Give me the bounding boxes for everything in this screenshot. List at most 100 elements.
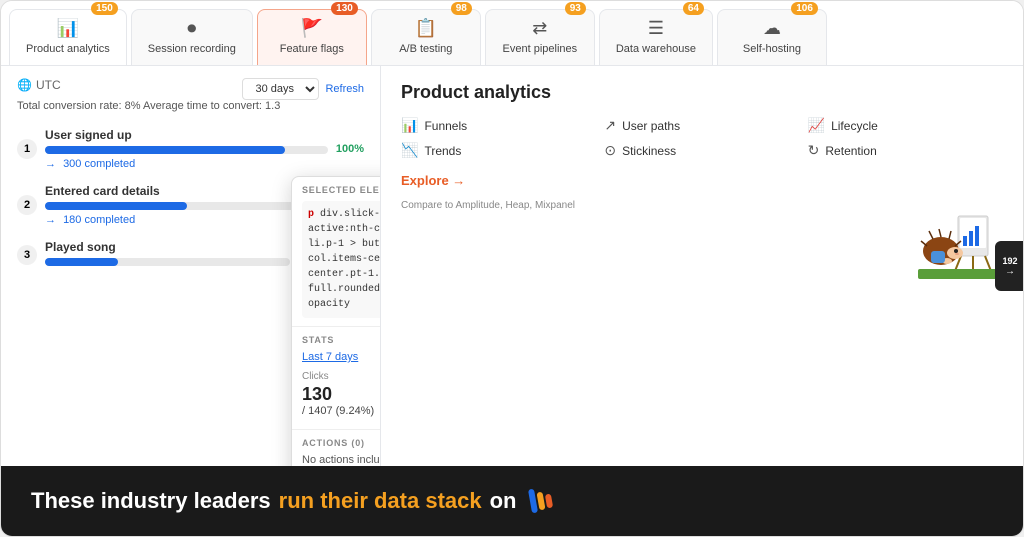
next-arrow-button[interactable]: 192 → <box>995 241 1023 291</box>
data-warehouse-icon: ☰ <box>648 18 664 39</box>
right-panel: Product analytics 📊 Funnels ↗ User paths… <box>381 66 1023 466</box>
feature-flags-icon: 🚩 <box>301 18 323 39</box>
explore-link[interactable]: Explore → <box>401 173 1003 188</box>
arrow-badge: 192 <box>1002 256 1017 266</box>
clicks-label: Clicks <box>302 371 374 382</box>
step-title-3: Played song <box>45 240 290 254</box>
hedgehog-illustration <box>903 191 1003 281</box>
feature-user-paths[interactable]: ↗ User paths <box>604 117 799 134</box>
popup-selected-section: SELECTED ELEMENT p div.slick-slide.slick… <box>292 177 381 327</box>
popup-clicks-col: Clicks 130 / 1407 (9.24%) <box>302 371 374 417</box>
clicks-value: 130 <box>302 384 374 405</box>
step-bar-fill-2 <box>45 202 187 210</box>
feature-lifecycle[interactable]: 📈 Lifecycle <box>808 117 1003 134</box>
feature-stickiness[interactable]: ⊙ Stickiness <box>604 142 799 159</box>
bottom-banner: These industry leaders run their data st… <box>1 466 1023 536</box>
trends-label: Trends <box>424 144 461 158</box>
step-bar-fill-3 <box>45 258 118 266</box>
banner-text-white2: on <box>490 488 517 514</box>
lifecycle-icon: 📈 <box>808 117 825 134</box>
step-number-1: 1 <box>17 139 37 159</box>
tab-data-warehouse[interactable]: ☰ Data warehouse 64 <box>599 9 713 65</box>
popup-actions-title: ACTIONS (0) <box>302 438 381 448</box>
tab-self-hosting[interactable]: ☁ Self-hosting 106 <box>717 9 827 65</box>
stickiness-label: Stickiness <box>622 144 676 158</box>
tab-label-product-analytics: Product analytics <box>26 43 110 55</box>
banner-text-orange: run their data stack <box>279 488 482 514</box>
tab-label-feature-flags: Feature flags <box>280 43 344 55</box>
stats-row: Total conversion rate: 8% Average time t… <box>17 100 364 112</box>
popup-selected-title: SELECTED ELEMENT <box>302 185 381 195</box>
popup-code: p div.slick-slide.slick-active:nth-child… <box>302 201 381 318</box>
step-title-2: Entered card details <box>45 184 303 198</box>
tab-product-analytics[interactable]: 📊 Product analytics 150 <box>9 9 127 65</box>
tab-label-self-hosting: Self-hosting <box>743 43 801 55</box>
tab-badge-self-hosting: 106 <box>791 2 818 15</box>
step-bar-bg-2 <box>45 202 303 210</box>
clicks-sub: / 1407 (9.24%) <box>302 405 374 417</box>
step-completed-2: → 180 completed <box>45 214 303 226</box>
popup-no-actions: No actions include this element <box>302 454 381 466</box>
funnel-step-1: 1 User signed up → 300 completed 100% <box>17 128 364 170</box>
main-content: 🌐 UTC Total conversion rate: 8% Average … <box>1 66 1023 466</box>
popup-actions-section: ACTIONS (0) No actions include this elem… <box>292 430 381 466</box>
step-bar-bg-3 <box>45 258 290 266</box>
tab-ab-testing[interactable]: 📋 A/B testing 98 <box>371 9 481 65</box>
tab-label-event-pipelines: Event pipelines <box>503 43 578 55</box>
feature-trends[interactable]: 📉 Trends <box>401 142 596 159</box>
self-hosting-icon: ☁ <box>763 18 781 39</box>
trends-icon: 📉 <box>401 142 418 159</box>
step-content-2: Entered card details → 180 completed <box>45 184 303 226</box>
tab-session-recording[interactable]: ⏺ Session recording <box>131 9 253 65</box>
tab-badge-product-analytics: 150 <box>91 2 118 15</box>
posthog-logo <box>529 489 553 513</box>
step-content-3: Played song <box>45 240 290 270</box>
event-pipelines-icon: ⇄ <box>532 18 547 39</box>
tab-label-ab-testing: A/B testing <box>399 43 452 55</box>
product-analytics-icon: 📊 <box>57 18 79 39</box>
app-container: 📊 Product analytics 150 ⏺ Session record… <box>0 0 1024 537</box>
funnels-icon: 📊 <box>401 117 418 134</box>
popup-stats-row: Clicks 130 / 1407 (9.24%) Ranking # 3 <box>302 371 381 417</box>
date-select[interactable]: 30 days <box>242 78 319 100</box>
tab-event-pipelines[interactable]: ⇄ Event pipelines 93 <box>485 9 595 65</box>
user-paths-label: User paths <box>622 119 680 133</box>
feature-grid: 📊 Funnels ↗ User paths 📈 Lifecycle 📉 Tre… <box>401 117 1003 159</box>
step-completed-1: → 300 completed <box>45 158 328 170</box>
step-pct-1: 100% <box>336 143 364 155</box>
arrow-icon: → <box>1005 266 1015 277</box>
retention-icon: ↻ <box>808 142 820 159</box>
right-panel-title: Product analytics <box>401 82 1003 103</box>
tab-feature-flags[interactable]: 🚩 Feature flags 130 <box>257 9 367 65</box>
step-bar-fill-1 <box>45 146 285 154</box>
tab-label-data-warehouse: Data warehouse <box>616 43 696 55</box>
popup-overlay: SELECTED ELEMENT p div.slick-slide.slick… <box>291 176 381 466</box>
tab-badge-ab-testing: 98 <box>451 2 472 15</box>
tab-label-session-recording: Session recording <box>148 43 236 55</box>
funnels-label: Funnels <box>424 119 467 133</box>
session-recording-icon: ⏺ <box>187 18 196 39</box>
tab-bar: 📊 Product analytics 150 ⏺ Session record… <box>1 1 1023 66</box>
user-paths-icon: ↗ <box>604 117 616 134</box>
feature-funnels[interactable]: 📊 Funnels <box>401 117 596 134</box>
popup-last-days[interactable]: Last 7 days <box>302 351 358 363</box>
tab-badge-feature-flags: 130 <box>331 2 358 15</box>
ab-testing-icon: 📋 <box>415 18 437 39</box>
step-number-3: 3 <box>17 245 37 265</box>
step-number-2: 2 <box>17 195 37 215</box>
retention-label: Retention <box>825 144 876 158</box>
globe-icon: 🌐 <box>17 78 32 92</box>
tab-badge-data-warehouse: 64 <box>683 2 704 15</box>
step-content-1: User signed up → 300 completed <box>45 128 328 170</box>
left-panel: 🌐 UTC Total conversion rate: 8% Average … <box>1 66 381 466</box>
stickiness-icon: ⊙ <box>604 142 616 159</box>
refresh-link[interactable]: Refresh <box>325 83 364 95</box>
step-title-1: User signed up <box>45 128 328 142</box>
date-row: 30 days Refresh <box>242 78 364 100</box>
popup-stats-section: STATS Last 7 days Clicks 130 / 1407 (9.2… <box>292 327 381 430</box>
banner-text-white: These industry leaders <box>31 488 271 514</box>
lifecycle-label: Lifecycle <box>831 119 878 133</box>
popup-stats-title: STATS <box>302 335 381 345</box>
step-bar-bg-1 <box>45 146 328 154</box>
feature-retention[interactable]: ↻ Retention <box>808 142 1003 159</box>
